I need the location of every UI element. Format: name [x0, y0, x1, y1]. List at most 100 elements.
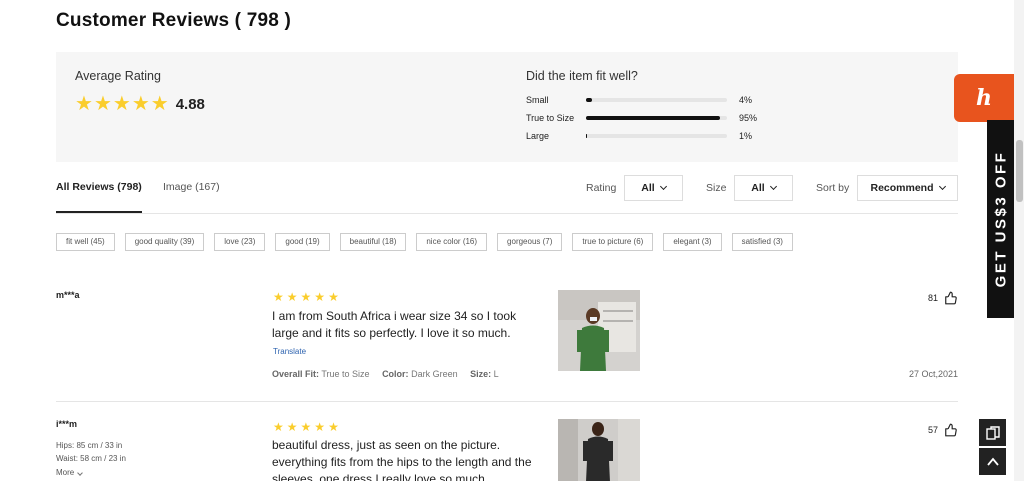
- tag-chip[interactable]: beautiful (18): [339, 233, 407, 251]
- fit-bar: [586, 134, 727, 138]
- star-icon: ★: [112, 93, 131, 115]
- review-text: I am from South Africa i wear size 34 so…: [272, 309, 517, 340]
- review-item: i***m Hips: 85 cm / 33 in Waist: 58 cm /…: [56, 418, 958, 481]
- fit-question: Did the item fit well?: [526, 69, 638, 83]
- star-icon: ★: [273, 420, 284, 434]
- tag-chip[interactable]: good quality (39): [124, 233, 205, 251]
- chevron-down-icon: [659, 182, 667, 191]
- fit-percent: 4%: [739, 95, 753, 105]
- star-icon: ★: [328, 290, 339, 304]
- reviewer-name: i***m: [56, 419, 78, 429]
- average-rating-label: Average Rating: [75, 69, 161, 83]
- fit-row-small: Small 4%: [526, 95, 752, 105]
- review-photo[interactable]: [558, 290, 640, 371]
- review-item: m***a ★ ★ ★ ★ ★ I am from South Africa i…: [56, 288, 958, 388]
- promo-banner[interactable]: GET US$3 OFF: [987, 120, 1014, 318]
- review-meta: Overall Fit: True to Size Color: Dark Gr…: [272, 369, 499, 379]
- fit-percent: 1%: [739, 131, 753, 141]
- review-text: beautiful dress, just as seen on the pic…: [272, 438, 532, 481]
- sort-label: Sort by: [816, 182, 850, 194]
- tag-chip[interactable]: nice color (16): [416, 233, 488, 251]
- page-scrollbar-thumb[interactable]: [1016, 140, 1023, 202]
- size-meta-label: Size:: [470, 369, 492, 379]
- review-date: 27 Oct,2021: [908, 369, 958, 379]
- sort-select[interactable]: Recommend: [857, 175, 958, 201]
- helpful-like-button[interactable]: 57: [928, 423, 958, 437]
- rating-summary-panel: Average Rating ★ ★ ★ ★ ★ 4.88 Did the it…: [56, 52, 958, 162]
- fit-bar-fill: [586, 134, 588, 138]
- star-icon: ★: [328, 420, 339, 434]
- review-photo[interactable]: [558, 419, 640, 481]
- fit-row-true-to-size: True to Size 95%: [526, 113, 757, 123]
- chevron-down-icon: [769, 182, 777, 191]
- star-icon: ★: [314, 420, 326, 434]
- review-photo-image: [558, 419, 640, 481]
- star-icon: ★: [314, 290, 326, 304]
- thumbs-up-icon: [945, 423, 957, 437]
- size-filter-value: All: [751, 182, 765, 194]
- tag-chip[interactable]: fit well (45): [56, 233, 115, 251]
- back-to-top-button[interactable]: [979, 448, 1006, 475]
- rating-filter-value: All: [641, 182, 655, 194]
- reviewer-name: m***a: [56, 290, 80, 300]
- tag-chip[interactable]: good (19): [275, 233, 330, 251]
- fit-bar: [586, 116, 727, 120]
- more-label: More: [56, 468, 75, 477]
- color-meta-label: Color:: [382, 369, 409, 379]
- fit-meta-label: Overall Fit:: [272, 369, 320, 379]
- promo-logo-icon: h: [976, 85, 992, 111]
- star-icon: ★: [300, 290, 312, 304]
- fit-row-large: Large 1%: [526, 131, 752, 141]
- star-icon: ★: [93, 93, 112, 115]
- thumbs-up-icon: [945, 291, 957, 305]
- fit-bar: [586, 98, 727, 102]
- promo-logo-tab[interactable]: h: [954, 74, 1014, 122]
- star-icon: ★: [75, 93, 93, 115]
- chevron-down-icon: [938, 182, 946, 191]
- star-icon: ★: [150, 93, 169, 115]
- review-stars: ★ ★ ★ ★ ★: [273, 290, 342, 304]
- page-scrollbar-track[interactable]: [1014, 0, 1024, 481]
- star-icon: ★: [131, 93, 150, 115]
- average-rating-value: 4.88: [175, 95, 205, 113]
- star-icon: ★: [286, 420, 298, 434]
- size-filter-label: Size: [706, 182, 727, 194]
- more-measurements-toggle[interactable]: More: [56, 468, 84, 477]
- translate-link[interactable]: Translate: [273, 347, 306, 356]
- color-meta-value: Dark Green: [411, 369, 458, 379]
- like-count: 81: [927, 293, 938, 303]
- tag-chip[interactable]: true to picture (6): [572, 233, 654, 251]
- like-count: 57: [927, 425, 938, 435]
- chevron-down-icon: [77, 470, 84, 476]
- size-meta-value: L: [493, 369, 499, 379]
- compare-button[interactable]: [979, 419, 1006, 446]
- size-filter-select[interactable]: All: [734, 175, 793, 201]
- star-icon: ★: [286, 290, 298, 304]
- active-tab-underline: [56, 211, 142, 213]
- tab-all-reviews[interactable]: All Reviews (798): [56, 181, 142, 193]
- promo-text: GET US$3 OFF: [992, 150, 1009, 288]
- rating-filter-label: Rating: [586, 182, 617, 194]
- review-photo-image: [558, 290, 640, 371]
- fit-bar-fill: [586, 116, 720, 120]
- reviewer-hips: Hips: 85 cm / 33 in: [56, 441, 123, 450]
- star-icon: ★: [273, 290, 284, 304]
- average-rating-stars: ★ ★ ★ ★ ★ 4.88: [75, 94, 205, 114]
- fit-label: True to Size: [526, 113, 575, 123]
- reviews-title: Customer Reviews ( 798 ): [56, 10, 291, 31]
- tab-image-reviews[interactable]: Image (167): [163, 181, 220, 193]
- tag-chip[interactable]: satisfied (3): [731, 233, 793, 251]
- sort-value: Recommend: [870, 182, 934, 194]
- star-icon: ★: [300, 420, 312, 434]
- rating-filter-select[interactable]: All: [624, 175, 683, 201]
- helpful-like-button[interactable]: 81: [928, 291, 958, 305]
- tag-chip[interactable]: elegant (3): [663, 233, 722, 251]
- review-tag-chips: fit well (45) good quality (39) love (23…: [56, 233, 803, 251]
- tag-chip[interactable]: gorgeous (7): [497, 233, 563, 251]
- review-stars: ★ ★ ★ ★ ★: [273, 420, 342, 434]
- fit-label: Large: [526, 131, 550, 141]
- fit-meta-value: True to Size: [321, 369, 370, 379]
- reviewer-waist: Waist: 58 cm / 23 in: [56, 454, 126, 463]
- tag-chip[interactable]: love (23): [214, 233, 266, 251]
- fit-label: Small: [526, 95, 549, 105]
